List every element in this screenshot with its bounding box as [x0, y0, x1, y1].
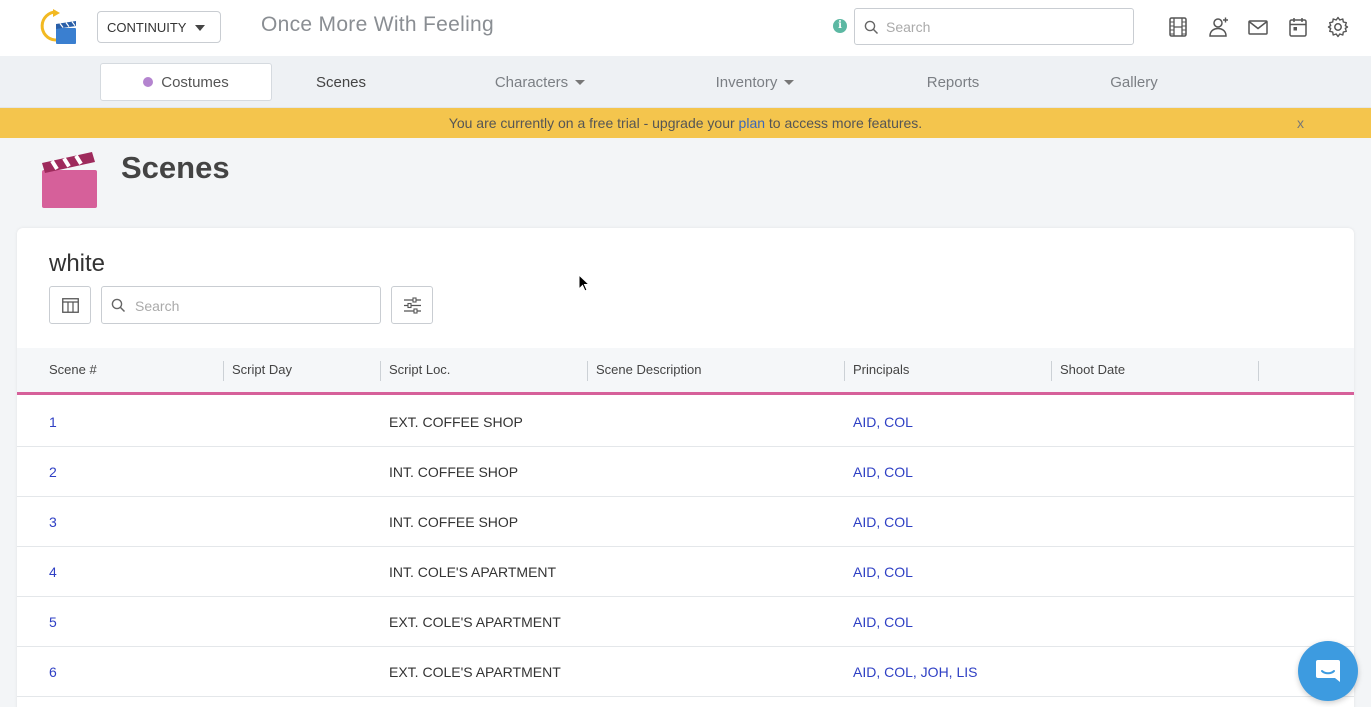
nav-scenes[interactable]: Scenes [286, 63, 396, 101]
table-header: Scene # Script Day Script Loc. Scene Des… [17, 348, 1354, 395]
filter-button[interactable] [391, 286, 433, 324]
status-dot-icon [143, 77, 154, 87]
column-resize-handle[interactable] [1051, 361, 1052, 381]
nav-reports-label: Reports [926, 73, 980, 91]
table-search-input[interactable] [135, 296, 370, 316]
script-loc-cell: INT. COFFEE SHOP [389, 514, 519, 530]
scenes-card: white Scene # Script Day Script Loc. Sce… [17, 228, 1354, 707]
column-resize-handle[interactable] [380, 361, 381, 381]
project-select[interactable]: CONTINUITY [97, 11, 221, 43]
chevron-down-icon [575, 79, 586, 85]
script-loc-cell: INT. COFFEE SHOP [389, 464, 519, 480]
global-search[interactable] [854, 8, 1134, 45]
nav-inventory[interactable]: Inventory [700, 63, 810, 101]
chat-launcher-button[interactable] [1298, 641, 1358, 701]
column-resize-handle[interactable] [587, 361, 588, 381]
scene-number-link[interactable]: 1 [49, 397, 57, 447]
table-row[interactable]: 4 INT. COLE'S APARTMENT AID, COL [17, 547, 1354, 597]
script-loc-cell: EXT. COLE'S APARTMENT [389, 614, 561, 630]
nav-costumes-label: Costumes [161, 73, 229, 91]
scene-number-link[interactable]: 5 [49, 597, 57, 647]
scene-number-link[interactable]: 2 [49, 447, 57, 497]
nav-characters[interactable]: Characters [480, 63, 600, 101]
main-nav: Costumes Scenes Characters Inventory Rep… [0, 56, 1371, 108]
script-loc-cell: INT. COLE'S APARTMENT [389, 564, 557, 580]
nav-characters-label: Characters [494, 73, 569, 91]
banner-text-after: to access more features. [765, 115, 923, 131]
principals-link[interactable]: AID, COL [853, 597, 913, 647]
column-resize-handle[interactable] [223, 361, 224, 381]
col-script-loc[interactable]: Script Loc. [389, 348, 450, 392]
script-loc-cell: EXT. COFFEE SHOP [389, 414, 523, 430]
col-scene-number[interactable]: Scene # [49, 348, 97, 392]
chevron-down-icon [784, 79, 795, 85]
columns-icon [62, 298, 79, 313]
app-title: Once More With Feeling [261, 13, 495, 36]
film-icon[interactable] [1167, 16, 1189, 38]
clapperboard-icon [42, 152, 97, 208]
scene-number-link[interactable]: 6 [49, 647, 57, 697]
table-body: 1 EXT. COFFEE SHOP AID, COL 2 INT. COFFE… [17, 397, 1354, 697]
principals-link[interactable]: AID, COL [853, 497, 913, 547]
column-resize-handle[interactable] [1258, 361, 1259, 381]
chevron-down-icon [195, 25, 205, 31]
global-search-input[interactable] [886, 17, 1126, 37]
calendar-icon[interactable] [1287, 16, 1309, 38]
banner-text-before: You are currently on a free trial - upgr… [448, 115, 739, 131]
col-principals[interactable]: Principals [853, 348, 909, 392]
table-row[interactable]: 1 EXT. COFFEE SHOP AID, COL [17, 397, 1354, 447]
col-script-day[interactable]: Script Day [232, 348, 292, 392]
table-row[interactable]: 3 INT. COFFEE SHOP AID, COL [17, 497, 1354, 547]
column-resize-handle[interactable] [844, 361, 845, 381]
nav-inventory-label: Inventory [715, 73, 778, 91]
scene-number-link[interactable]: 4 [49, 547, 57, 597]
page-title: Scenes [121, 150, 230, 185]
trial-banner: You are currently on a free trial - upgr… [0, 108, 1371, 138]
chat-icon [1316, 660, 1340, 682]
table-row[interactable]: 2 INT. COFFEE SHOP AID, COL [17, 447, 1354, 497]
nav-gallery[interactable]: Gallery [1084, 63, 1184, 101]
search-icon [111, 298, 126, 313]
card-title: white [49, 250, 106, 277]
table-row[interactable]: 5 EXT. COLE'S APARTMENT AID, COL [17, 597, 1354, 647]
nav-costumes[interactable]: Costumes [100, 63, 272, 101]
scene-number-link[interactable]: 3 [49, 497, 57, 547]
principals-link[interactable]: AID, COL [853, 397, 913, 447]
mail-icon[interactable] [1247, 16, 1269, 38]
add-user-icon[interactable] [1207, 16, 1229, 38]
principals-link[interactable]: AID, COL, JOH, LIS [853, 647, 977, 697]
columns-button[interactable] [49, 286, 91, 324]
app-logo-icon[interactable] [38, 8, 80, 46]
principals-link[interactable]: AID, COL [853, 547, 913, 597]
nav-gallery-label: Gallery [1110, 73, 1158, 91]
sliders-icon [404, 297, 421, 314]
table-search[interactable] [101, 286, 381, 324]
project-select-value: CONTINUITY [107, 19, 187, 35]
nav-reports[interactable]: Reports [903, 63, 1003, 101]
gear-icon[interactable] [1327, 16, 1349, 38]
top-header: CONTINUITY Once More With Feeling i [0, 0, 1371, 56]
script-loc-cell: EXT. COLE'S APARTMENT [389, 664, 561, 680]
search-icon [864, 20, 879, 35]
col-scene-description[interactable]: Scene Description [596, 348, 702, 392]
nav-scenes-label: Scenes [315, 73, 367, 91]
table-row[interactable]: 6 EXT. COLE'S APARTMENT AID, COL, JOH, L… [17, 647, 1354, 697]
principals-link[interactable]: AID, COL [853, 447, 913, 497]
banner-close-button[interactable]: x [1297, 108, 1304, 138]
col-shoot-date[interactable]: Shoot Date [1060, 348, 1125, 392]
upgrade-plan-link[interactable]: plan [739, 115, 765, 131]
info-icon[interactable]: i [833, 19, 847, 33]
